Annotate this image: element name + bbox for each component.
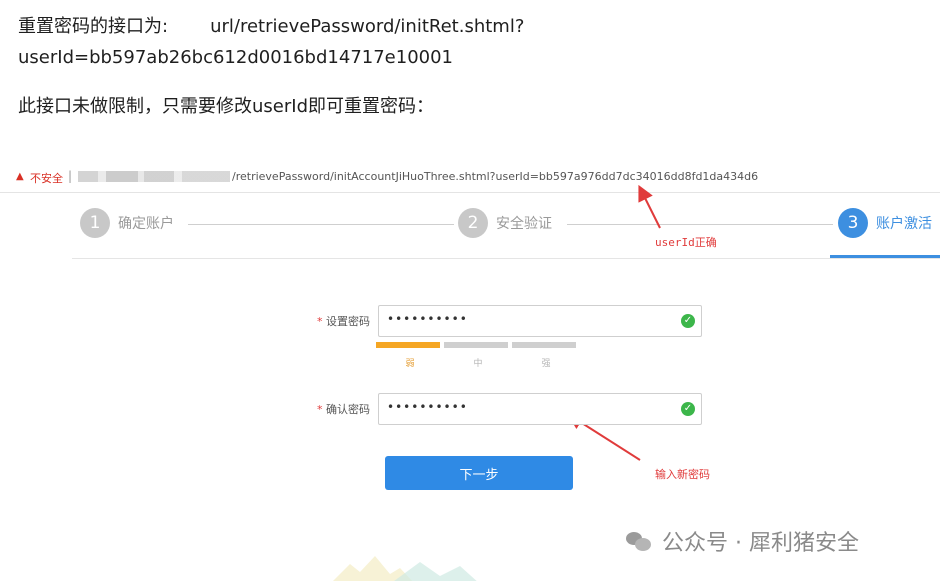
strength-segment bbox=[512, 342, 576, 348]
decorative-illustration bbox=[333, 556, 477, 581]
intro-line-1-prefix: 重置密码的接口为: bbox=[18, 16, 169, 37]
strength-label-weak: 弱 bbox=[405, 359, 415, 369]
password-input[interactable]: •••••••••• ✓ bbox=[378, 305, 702, 337]
browser-screenshot: ▲ 不安全 | /retrievePassword/initAccountJiH… bbox=[0, 162, 940, 581]
watermark-text: 公众号 · 犀利猪安全 bbox=[662, 531, 859, 556]
password-label: * 设置密码 bbox=[300, 313, 370, 329]
wechat-icon bbox=[626, 530, 652, 552]
arrow-to-userid bbox=[638, 184, 661, 229]
confirm-row: * 确认密码 •••••••••• ✓ bbox=[300, 393, 702, 425]
password-strength-labels: 弱 中 强 bbox=[376, 356, 580, 369]
intro-line-2: userId=bb597ab26bc612d0016bd14717e10001 bbox=[18, 47, 454, 68]
annotation-arrows bbox=[567, 184, 661, 461]
check-icon: ✓ bbox=[681, 402, 695, 416]
password-value: •••••••••• bbox=[387, 312, 468, 326]
watermark: 公众号 · 犀利猪安全 bbox=[626, 525, 859, 557]
password-strength-meter bbox=[376, 342, 576, 348]
confirm-value: •••••••••• bbox=[387, 400, 468, 414]
confirm-label-text: 确认密码 bbox=[326, 403, 370, 416]
strength-segment bbox=[444, 342, 508, 348]
required-mark: * bbox=[317, 403, 323, 416]
annotation-enter-new-password: 输入新密码 bbox=[655, 468, 710, 481]
confirm-label: * 确认密码 bbox=[300, 401, 370, 417]
confirm-password-input[interactable]: •••••••••• ✓ bbox=[378, 393, 702, 425]
annotation-userid-ok: userId正确 bbox=[655, 236, 717, 249]
strength-label-strong: 强 bbox=[541, 359, 551, 369]
intro-line-3: 此接口未做限制，只需要修改userId即可重置密码： bbox=[18, 96, 434, 117]
required-mark: * bbox=[317, 315, 323, 328]
next-step-button[interactable]: 下一步 bbox=[385, 456, 573, 490]
password-row: * 设置密码 •••••••••• ✓ bbox=[300, 305, 702, 337]
intro-line-1: 重置密码的接口为: url/retrievePassword/initRet.sh… bbox=[18, 15, 524, 39]
strength-segment bbox=[376, 342, 440, 348]
password-label-text: 设置密码 bbox=[326, 315, 370, 328]
intro-line-1-url: url/retrievePassword/initRet.shtml? bbox=[210, 16, 525, 37]
strength-label-medium: 中 bbox=[473, 359, 483, 369]
check-icon: ✓ bbox=[681, 314, 695, 328]
